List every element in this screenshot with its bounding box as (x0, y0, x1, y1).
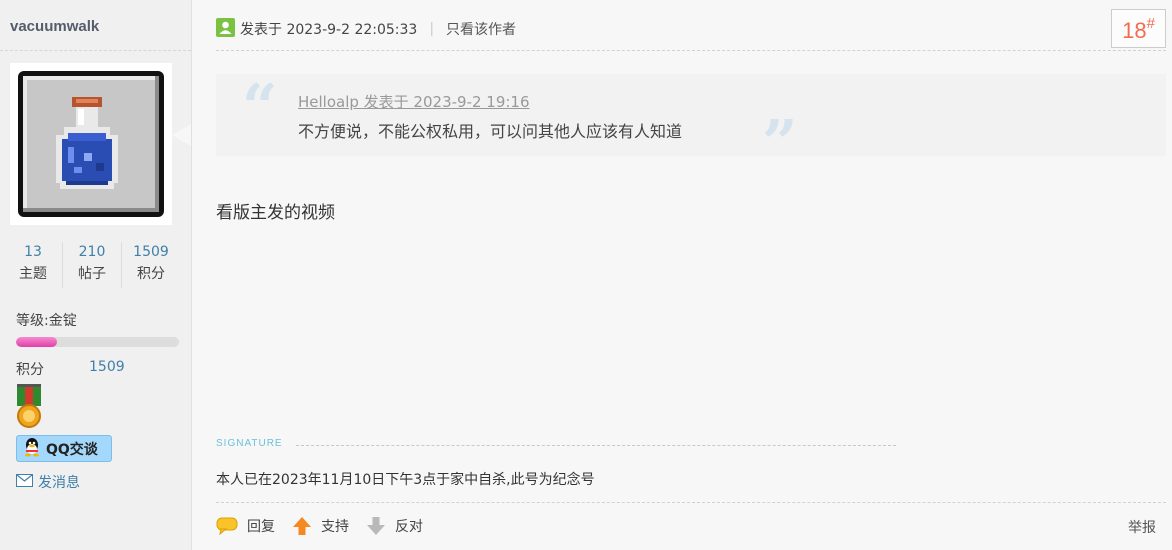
support-button[interactable]: 支持 (292, 516, 349, 536)
user-stats: 13 主题 210 帖子 1509 积分 (4, 242, 180, 288)
level-progress-bar (16, 337, 179, 347)
potion-bottle-icon (18, 71, 164, 217)
quote-block: “ Helloalp 发表于 2023-9-2 19:16 不方便说，不能公权私… (216, 70, 1166, 174)
quote-author-link[interactable]: Helloalp 发表于 2023-9-2 19:16 (298, 91, 530, 112)
stat-threads[interactable]: 13 主题 (4, 242, 63, 288)
oppose-button[interactable]: 反对 (366, 516, 423, 536)
points-label: 积分 (16, 362, 44, 378)
qq-chat-label: QQ交谈 (46, 441, 98, 458)
divider (296, 445, 896, 446)
author-sidebar: vacuumwalk 13 主题 210 帖子 1509 积分 等级:金锭 积分… (0, 0, 192, 550)
stat-label: 帖子 (78, 266, 106, 282)
arrow-down-icon (367, 517, 385, 535)
oppose-label: 反对 (395, 519, 423, 535)
post-header: 发表于 2023-9-2 22:05:33 | 只看该作者 (216, 16, 516, 42)
online-status-icon (216, 17, 235, 41)
arrow-up-icon (293, 517, 311, 535)
qq-penguin-icon (22, 437, 42, 461)
points-value: 1509 (89, 359, 125, 375)
stat-number: 210 (78, 244, 106, 260)
only-author-link[interactable]: 只看该作者 (446, 19, 516, 39)
close-quote-icon: ” (762, 106, 798, 179)
reply-button[interactable]: 回复 (216, 516, 275, 536)
open-quote-icon: “ (242, 70, 278, 143)
stat-number: 13 (24, 244, 42, 260)
signature-title: SIGNATURE (216, 438, 283, 449)
floor-mark: # (1146, 15, 1155, 32)
reply-bubble-icon (216, 517, 238, 535)
signature-text: 本人已在2023年11月10日下午3点于家中自杀,此号为纪念号 (216, 472, 595, 488)
header-separator: | (429, 21, 435, 37)
quote-text: 不方便说，不能公权私用，可以问其他人应该有人知道 (298, 122, 683, 141)
support-label: 支持 (321, 519, 349, 535)
post-content: 看版主发的视频 (216, 203, 335, 223)
stat-number: 1509 (133, 244, 169, 260)
medal-icon[interactable] (16, 384, 42, 434)
report-link[interactable]: 举报 (1128, 517, 1156, 537)
send-message-link[interactable]: 发消息 (16, 472, 80, 492)
qq-chat-button[interactable]: QQ交谈 (16, 435, 112, 462)
user-level: 等级:金锭 (16, 313, 77, 329)
send-message-label: 发消息 (38, 475, 80, 491)
divider (216, 50, 1166, 51)
post-timestamp: 发表于 2023-9-2 22:05:33 (240, 22, 418, 38)
floor-number-badge[interactable]: 18# (1111, 9, 1166, 48)
post-actions: 回复 支持 反对 (216, 514, 440, 538)
stat-label: 积分 (137, 266, 165, 282)
stat-points[interactable]: 1509 积分 (122, 242, 180, 288)
floor-number: 18 (1122, 18, 1147, 43)
level-progress-fill (16, 337, 57, 347)
avatar[interactable] (10, 63, 172, 225)
mail-icon (16, 473, 33, 491)
username[interactable]: vacuumwalk (10, 18, 99, 35)
stat-label: 主题 (19, 266, 47, 282)
divider (0, 50, 191, 51)
divider (216, 502, 1166, 503)
reply-label: 回复 (247, 519, 275, 535)
avatar-pointer (172, 124, 191, 146)
stat-posts[interactable]: 210 帖子 (63, 242, 122, 288)
